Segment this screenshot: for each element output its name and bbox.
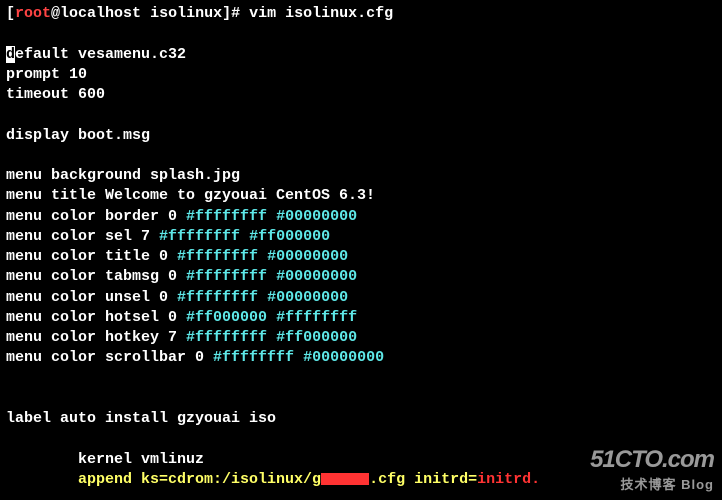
vim-line-menucolor-border[interactable]: menu color border 0 #ffffffff #00000000 [6,207,716,227]
vim-line-append[interactable]: append ks=cdrom:/isolinux/g.cfg initrd=i… [6,470,716,490]
vim-line-menucolor-hotkey[interactable]: menu color hotkey 7 #ffffffff #ff000000 [6,328,716,348]
vim-line-default[interactable]: default vesamenu.c32 [6,45,716,65]
command-text: vim isolinux.cfg [240,5,393,22]
redacted-text [321,473,369,485]
vim-line-menucolor-title[interactable]: menu color title 0 #ffffffff #00000000 [6,247,716,267]
vim-line-kernel[interactable]: kernel vmlinuz [6,450,716,470]
vim-line-display[interactable]: display boot.msg [6,126,716,146]
vim-line-menucolor-hotsel[interactable]: menu color hotsel 0 #ff000000 #ffffffff [6,308,716,328]
vim-line-prompt[interactable]: prompt 10 [6,65,716,85]
blank-line [6,369,716,389]
vim-line-menutitle[interactable]: menu title Welcome to gzyouai CentOS 6.3… [6,186,716,206]
vim-line-timeout[interactable]: timeout 600 [6,85,716,105]
blank-line [6,105,716,125]
shell-prompt: [root@localhost isolinux]# vim isolinux.… [6,4,716,24]
vim-line-menucolor-unsel[interactable]: menu color unsel 0 #ffffffff #00000000 [6,288,716,308]
blank-line [6,146,716,166]
cursor-position: d [6,46,15,63]
vim-line-menucolor-scrollbar[interactable]: menu color scrollbar 0 #ffffffff #000000… [6,348,716,368]
vim-line-menucolor-tabmsg[interactable]: menu color tabmsg 0 #ffffffff #00000000 [6,267,716,287]
blank-line [6,389,716,409]
blank-line [6,24,716,44]
vim-line-menubg[interactable]: menu background splash.jpg [6,166,716,186]
vim-line-menucolor-sel[interactable]: menu color sel 7 #ffffffff #ff000000 [6,227,716,247]
blank-line [6,429,716,449]
vim-line-label[interactable]: label auto install gzyouai iso [6,409,716,429]
